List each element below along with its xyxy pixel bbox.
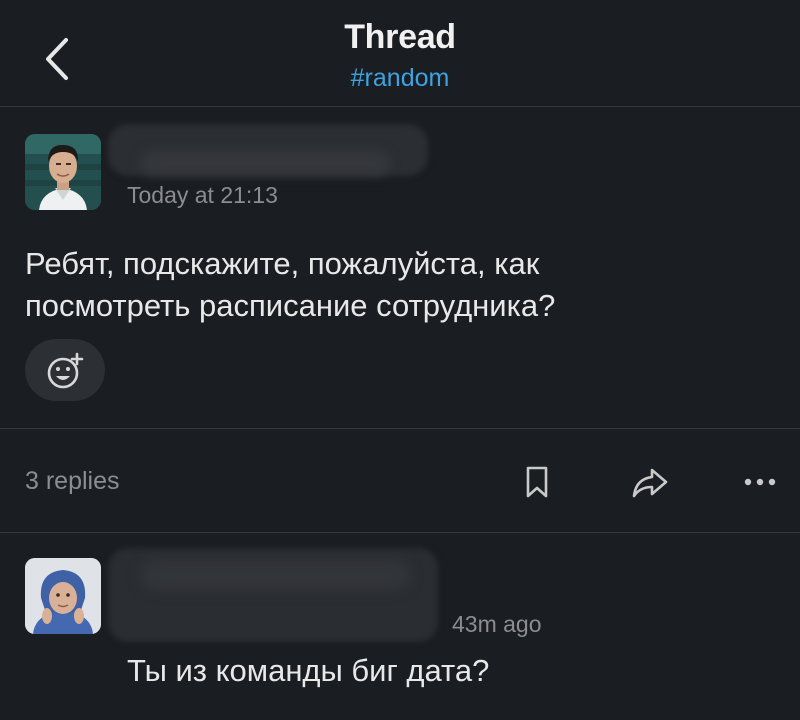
divider [0,532,800,533]
share-icon [632,468,668,498]
add-reaction-button[interactable] [25,339,105,401]
message-timestamp: Today at 21:13 [127,182,278,208]
divider [0,428,800,429]
redacted-username-overlay [140,560,410,590]
redacted-username-overlay [140,150,390,176]
replies-count[interactable]: 3 replies [25,467,120,496]
avatar[interactable] [25,558,101,634]
page-title: Thread [344,18,456,56]
channel-link[interactable]: #random [0,64,800,93]
parent-message-text: Ребят, подскажите, пожалуйста, как посмо… [25,243,765,327]
more-horizontal-icon [744,478,776,486]
bookmark-button[interactable] [518,462,558,502]
message-line: Ребят, подскажите, пожалуйста, как [25,246,540,281]
share-button[interactable] [630,462,670,502]
more-actions-button[interactable] [742,462,782,502]
bookmark-icon [526,466,548,498]
thread-header: Thread #random [0,0,800,107]
reply-message-text: Ты из команды биг дата? [127,653,490,688]
reply-timestamp: 43m ago [452,611,542,637]
add-reaction-icon [47,352,84,389]
message-line: посмотреть расписание сотрудника? [25,288,556,323]
avatar[interactable] [25,134,101,210]
